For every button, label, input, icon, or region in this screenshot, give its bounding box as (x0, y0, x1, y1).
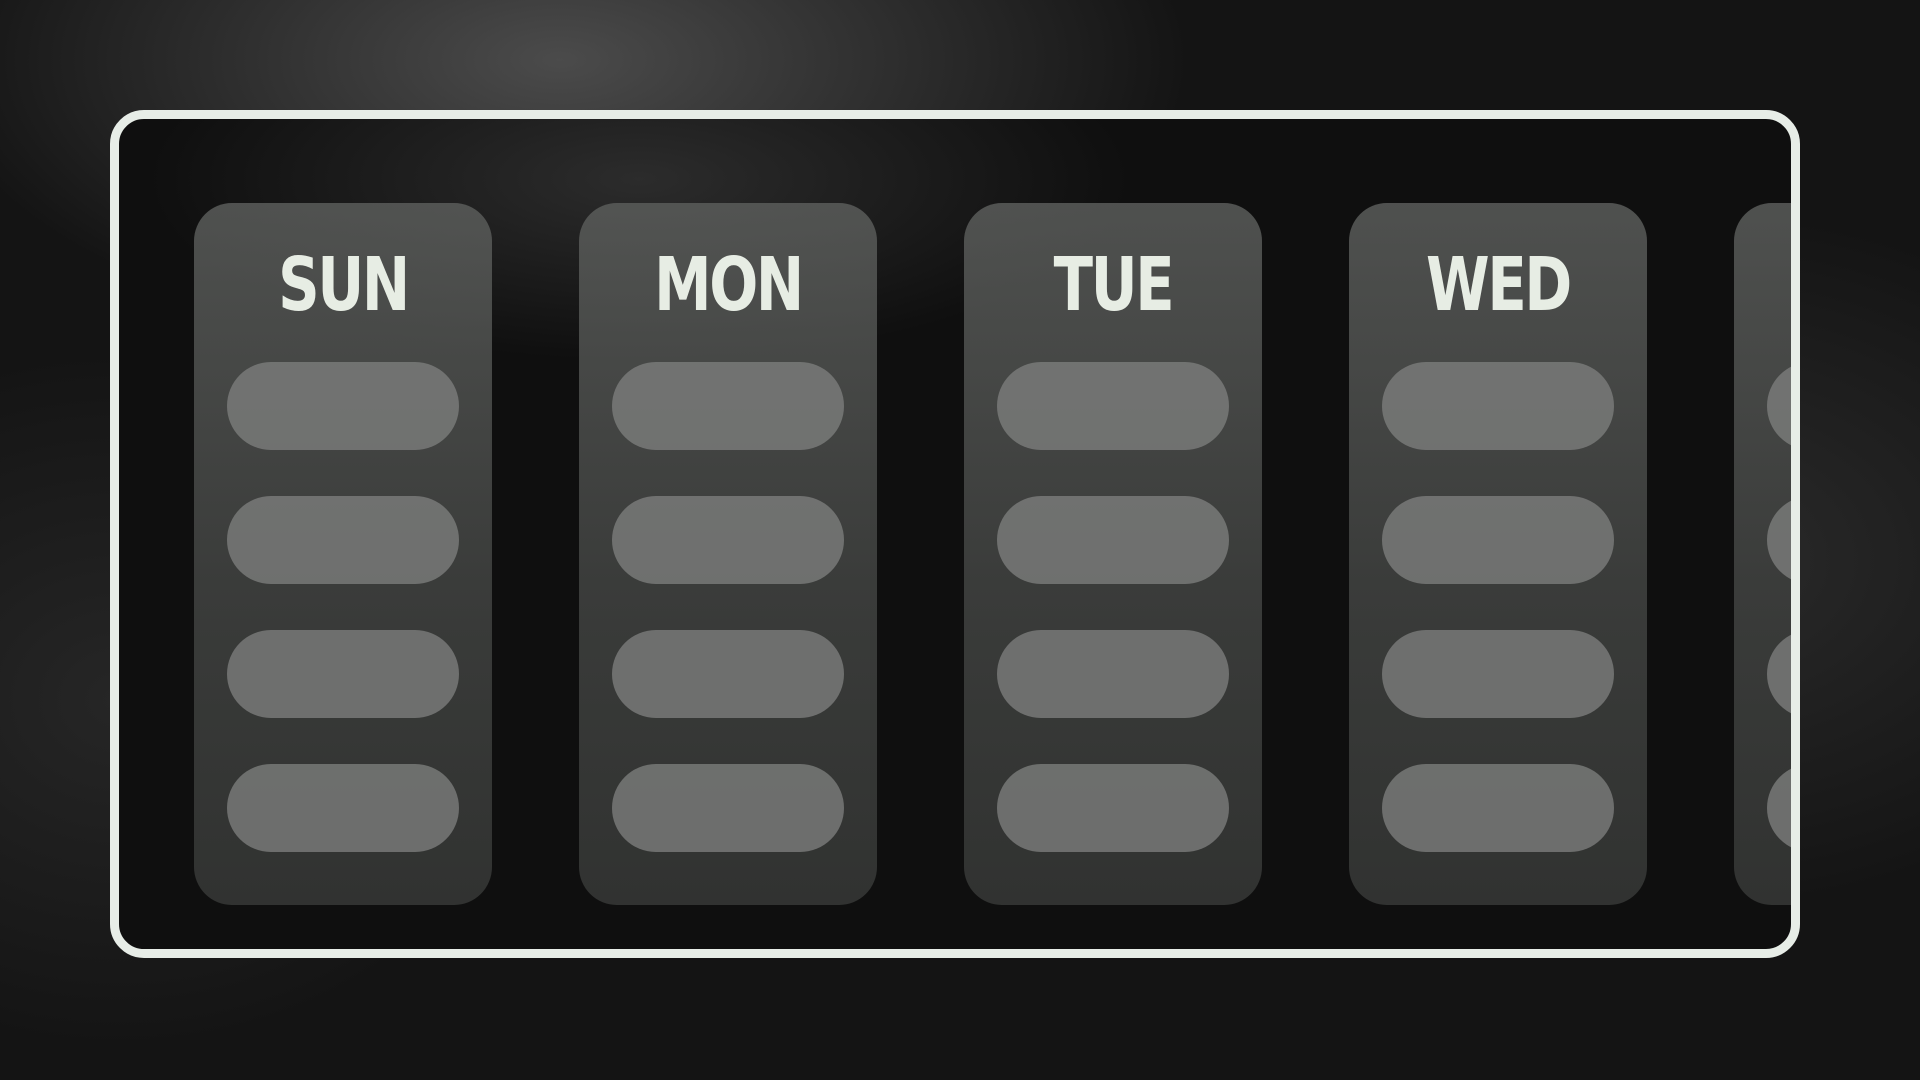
time-slot[interactable] (227, 764, 459, 852)
time-slot[interactable] (612, 630, 844, 718)
time-slot[interactable] (612, 362, 844, 450)
time-slot[interactable] (1767, 362, 1791, 450)
planner-frame: SUN MON TUE WED (110, 110, 1800, 958)
day-columns: SUN MON TUE WED (119, 119, 1791, 949)
time-slot[interactable] (1767, 764, 1791, 852)
time-slot[interactable] (612, 764, 844, 852)
time-slot[interactable] (227, 362, 459, 450)
time-slot[interactable] (227, 496, 459, 584)
day-label: TUE (1053, 242, 1175, 328)
time-slot[interactable] (1382, 764, 1614, 852)
time-slot[interactable] (1382, 362, 1614, 450)
day-column-wed[interactable]: WED (1349, 203, 1647, 905)
time-slot[interactable] (997, 630, 1229, 718)
day-column-tue[interactable]: TUE (964, 203, 1262, 905)
day-label: SUN (278, 242, 410, 328)
day-label: WED (1425, 242, 1572, 328)
day-column-sun[interactable]: SUN (194, 203, 492, 905)
time-slot[interactable] (1382, 630, 1614, 718)
time-slot[interactable] (997, 764, 1229, 852)
weekly-planner-canvas: SUN MON TUE WED (0, 0, 1920, 1080)
day-column-partial[interactable] (1734, 203, 1791, 905)
time-slot[interactable] (612, 496, 844, 584)
time-slot[interactable] (1767, 496, 1791, 584)
time-slot[interactable] (1767, 630, 1791, 718)
time-slot[interactable] (1382, 496, 1614, 584)
time-slot[interactable] (227, 630, 459, 718)
day-label: MON (654, 242, 804, 328)
day-column-mon[interactable]: MON (579, 203, 877, 905)
time-slot[interactable] (997, 496, 1229, 584)
time-slot[interactable] (997, 362, 1229, 450)
